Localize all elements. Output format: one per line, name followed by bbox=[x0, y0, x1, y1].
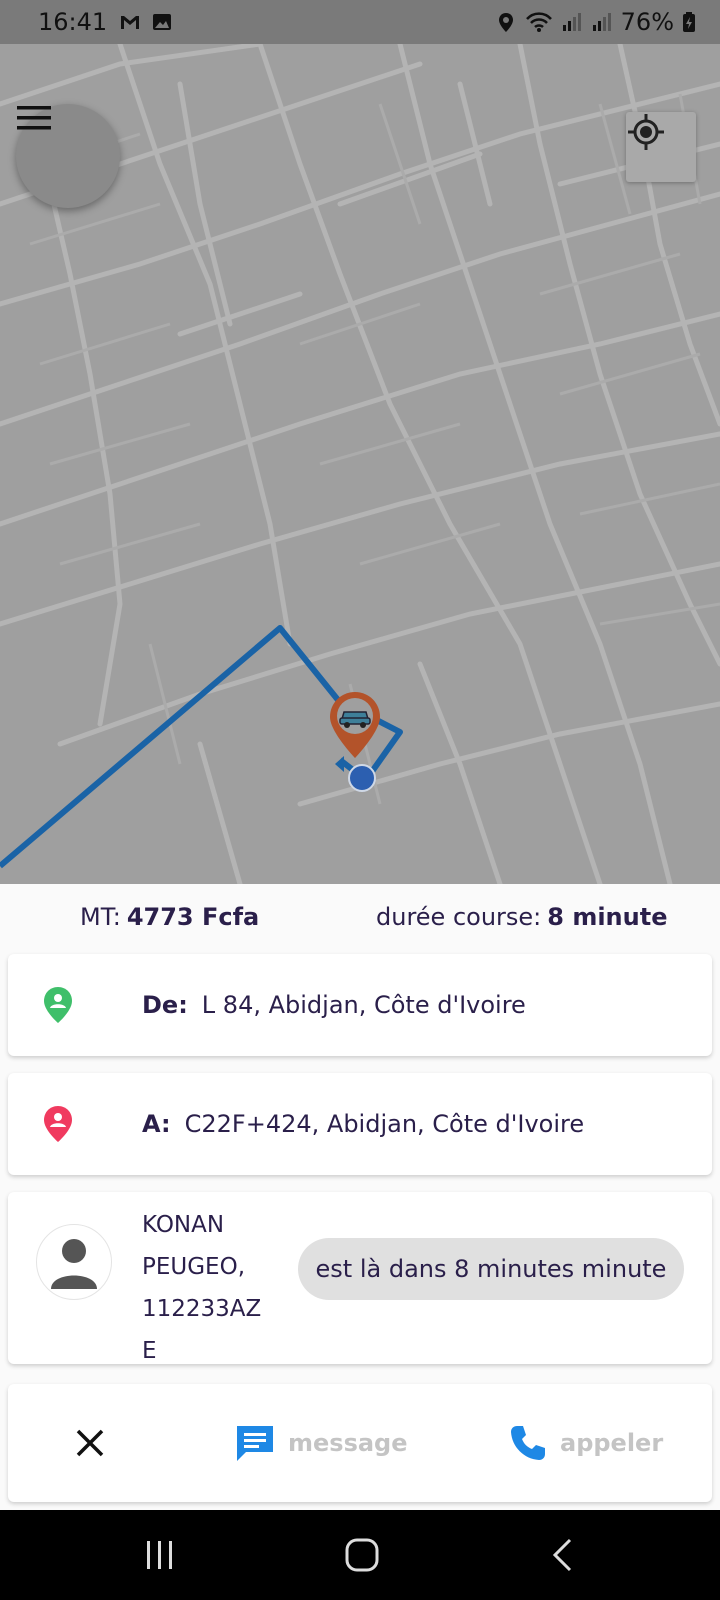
map-view[interactable] bbox=[0, 44, 720, 884]
battery-charging-icon bbox=[682, 11, 696, 33]
amount-value: 4773 Fcfa bbox=[126, 903, 260, 931]
image-icon bbox=[151, 11, 173, 33]
my-location-button[interactable] bbox=[626, 112, 696, 182]
destination-address: C22F+424, Abidjan, Côte d'Ivoire bbox=[184, 1110, 585, 1138]
eta-badge: est là dans 8 minutes minute bbox=[298, 1238, 684, 1300]
pickup-address: L 84, Abidjan, Côte d'Ivoire bbox=[201, 991, 526, 1019]
amount-label: MT: bbox=[80, 903, 121, 931]
wifi-icon bbox=[525, 11, 553, 33]
recent-apps-button[interactable] bbox=[120, 1510, 200, 1600]
message-button[interactable]: message bbox=[234, 1384, 408, 1502]
menu-button[interactable] bbox=[16, 104, 120, 208]
current-location-dot bbox=[348, 764, 376, 792]
cancel-button[interactable] bbox=[72, 1384, 108, 1502]
driver-plate: 112233AZE bbox=[142, 1296, 262, 1364]
amount: MT: 4773 Fcfa bbox=[80, 903, 259, 931]
home-button[interactable] bbox=[322, 1510, 402, 1600]
hamburger-icon bbox=[17, 106, 51, 130]
duration: durée course: 8 minute bbox=[376, 903, 667, 931]
duration-value: 8 minute bbox=[547, 903, 668, 931]
pickup-card[interactable]: De: L 84, Abidjan, Côte d'Ivoire bbox=[8, 954, 712, 1056]
battery-percent: 76% bbox=[620, 8, 674, 36]
message-icon bbox=[237, 1426, 273, 1461]
message-label: message bbox=[288, 1429, 408, 1457]
car-marker[interactable] bbox=[328, 690, 382, 760]
driver-card: KONAN PEUGEO, 112233AZE est là dans 8 mi… bbox=[8, 1192, 712, 1364]
location-icon bbox=[495, 11, 517, 33]
gmail-icon bbox=[119, 11, 141, 33]
back-button[interactable] bbox=[522, 1510, 602, 1600]
driver-vehicle: PEUGEO, bbox=[142, 1254, 246, 1280]
person-icon bbox=[51, 1239, 97, 1289]
status-bar: 16:41 76% bbox=[0, 0, 720, 44]
pickup-label: De: bbox=[142, 991, 188, 1019]
signal-icon bbox=[591, 11, 613, 33]
recent-apps-icon bbox=[147, 1541, 172, 1569]
trip-summary: MT: 4773 Fcfa durée course: 8 minute bbox=[0, 884, 720, 950]
phone-icon bbox=[511, 1426, 545, 1460]
driver-info: KONAN PEUGEO, 112233AZE bbox=[142, 1204, 267, 1372]
call-label: appeler bbox=[560, 1429, 664, 1457]
status-time: 16:41 bbox=[38, 8, 108, 36]
my-location-icon bbox=[628, 114, 664, 150]
call-button[interactable]: appeler bbox=[508, 1384, 663, 1502]
driver-name: KONAN bbox=[142, 1212, 225, 1238]
home-icon bbox=[345, 1538, 379, 1572]
avatar bbox=[36, 1224, 112, 1300]
destination-card[interactable]: A: C22F+424, Abidjan, Côte d'Ivoire bbox=[8, 1073, 712, 1175]
destination-pin-icon bbox=[42, 1105, 74, 1147]
close-icon bbox=[76, 1429, 104, 1457]
actions-card: message appeler bbox=[8, 1384, 712, 1502]
destination-label: A: bbox=[142, 1110, 171, 1138]
pickup-pin-icon bbox=[42, 986, 74, 1028]
back-icon bbox=[552, 1538, 572, 1572]
signal-icon bbox=[561, 11, 583, 33]
system-nav-bar bbox=[0, 1510, 720, 1600]
duration-label: durée course: bbox=[376, 903, 542, 931]
